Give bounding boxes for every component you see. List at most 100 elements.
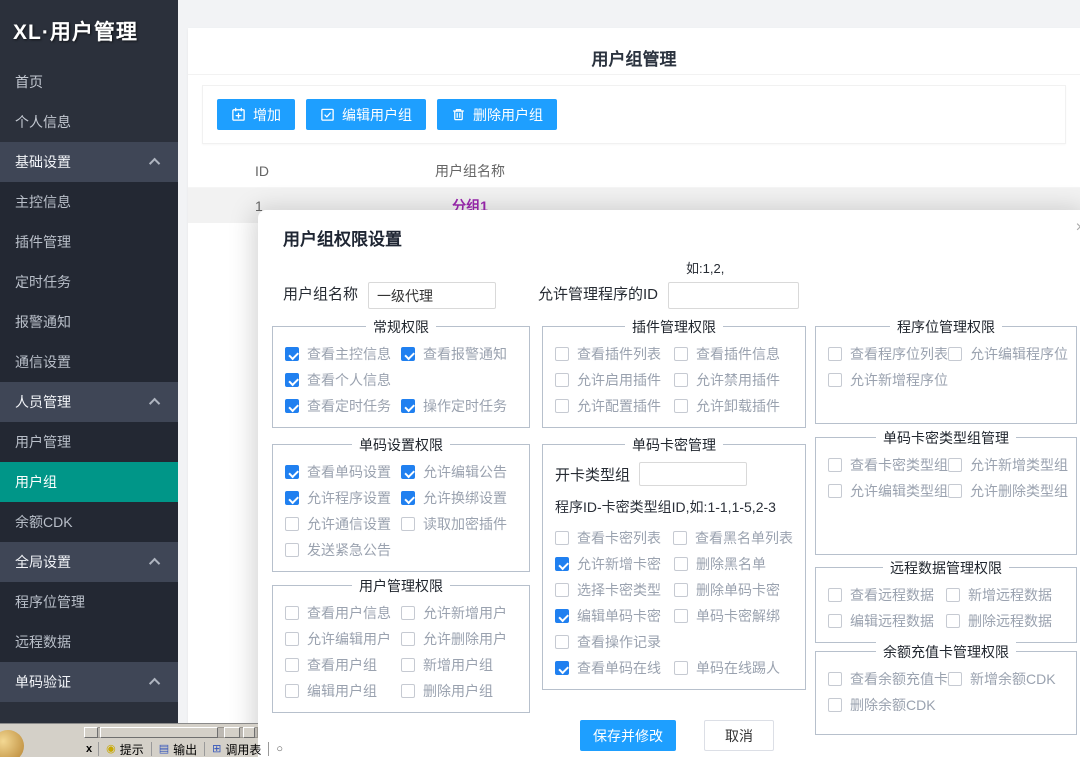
permission-item: 查看报警通知 [401, 344, 517, 364]
scrollbar-extra-button[interactable] [224, 727, 240, 738]
add-button[interactable]: 增加 [217, 99, 295, 130]
checkbox-checked[interactable] [555, 609, 569, 623]
checkbox-unchecked[interactable] [828, 458, 842, 472]
edit-button[interactable]: 编辑用户组 [306, 99, 426, 130]
checkbox-unchecked[interactable] [555, 583, 569, 597]
checkbox-unchecked[interactable] [674, 347, 688, 361]
ide-close-button[interactable]: x [80, 743, 98, 755]
checkbox-checked[interactable] [555, 661, 569, 675]
checkbox-unchecked[interactable] [401, 517, 415, 531]
ide-tab-more[interactable]: ○ [268, 742, 290, 756]
checkbox-unchecked[interactable] [555, 373, 569, 387]
sidebar-item-plugin-manage[interactable]: 插件管理 [0, 222, 178, 262]
permission-group-card-manage: 单码卡密管理开卡类型组程序ID-卡密类型组ID,如:1-1,1-5,2-3查看卡… [542, 444, 806, 690]
checkbox-checked[interactable] [285, 465, 299, 479]
checkbox-unchecked[interactable] [285, 606, 299, 620]
sidebar-item-program-slot[interactable]: 程序位管理 [0, 582, 178, 622]
ide-horizontal-scrollbar[interactable] [84, 726, 258, 739]
checkbox-checked[interactable] [401, 399, 415, 413]
checkbox-unchecked[interactable] [828, 698, 842, 712]
checkbox-unchecked[interactable] [285, 517, 299, 531]
permission-item: 选择卡密类型 [555, 580, 674, 600]
sidebar-item-basic-settings[interactable]: 基础设置 [0, 142, 178, 182]
checkbox-checked[interactable] [285, 399, 299, 413]
chevron-up-icon [149, 158, 160, 169]
checkbox-unchecked[interactable] [674, 583, 688, 597]
ide-tab-输出[interactable]: ▤输出 [151, 742, 204, 756]
chevron-up-icon [149, 678, 160, 689]
ide-tab-调用表[interactable]: ⊞调用表 [204, 742, 268, 756]
sidebar-item-comm-settings[interactable]: 通信设置 [0, 342, 178, 382]
sidebar-item-staff-manage[interactable]: 人员管理 [0, 382, 178, 422]
scrollbar-extra-button-2[interactable] [243, 727, 255, 738]
sidebar-item-alarm-notify[interactable]: 报警通知 [0, 302, 178, 342]
checkbox-checked[interactable] [285, 373, 299, 387]
sidebar-item-timed-task[interactable]: 定时任务 [0, 262, 178, 302]
checkbox-unchecked[interactable] [828, 484, 842, 498]
checkbox-unchecked[interactable] [674, 373, 688, 387]
checkbox-unchecked[interactable] [673, 531, 687, 545]
delete-button[interactable]: 删除用户组 [437, 99, 557, 130]
card-type-group-input[interactable] [639, 462, 747, 486]
checkbox-unchecked[interactable] [285, 543, 299, 557]
checkbox-unchecked[interactable] [828, 588, 842, 602]
checkbox-unchecked[interactable] [555, 635, 569, 649]
group-name-label: 用户组名称 [283, 283, 358, 309]
checkbox-unchecked[interactable] [401, 606, 415, 620]
sidebar-item-master-info[interactable]: 主控信息 [0, 182, 178, 222]
checkbox-checked[interactable] [555, 557, 569, 571]
checkbox-unchecked[interactable] [555, 399, 569, 413]
sidebar-item-balance-cdk[interactable]: 余额CDK [0, 502, 178, 542]
modal-title: 用户组权限设置 [258, 210, 1080, 250]
checkbox-unchecked[interactable] [285, 684, 299, 698]
checkbox-unchecked[interactable] [401, 658, 415, 672]
checkbox-label: 操作定时任务 [423, 396, 507, 416]
checkbox-checked[interactable] [285, 347, 299, 361]
checkbox-unchecked[interactable] [946, 588, 960, 602]
sidebar-item-single-code[interactable]: 单码验证 [0, 662, 178, 702]
checkbox-unchecked[interactable] [674, 399, 688, 413]
checkbox-unchecked[interactable] [285, 658, 299, 672]
sidebar-item-profile[interactable]: 个人信息 [0, 102, 178, 142]
background-image-fragment [0, 730, 24, 757]
checkbox-unchecked[interactable] [948, 484, 962, 498]
allow-ids-input[interactable] [668, 282, 799, 309]
checkbox-unchecked[interactable] [285, 632, 299, 646]
checkbox-unchecked[interactable] [828, 373, 842, 387]
checkbox-unchecked[interactable] [828, 614, 842, 628]
checkbox-checked[interactable] [401, 347, 415, 361]
checkbox-unchecked[interactable] [948, 347, 962, 361]
sidebar-item-user-group[interactable]: 用户组 [0, 462, 178, 502]
checkbox-unchecked[interactable] [555, 531, 569, 545]
checkbox-checked[interactable] [285, 491, 299, 505]
cancel-button[interactable]: 取消 [704, 720, 774, 751]
checkbox-unchecked[interactable] [555, 347, 569, 361]
sidebar-item-home[interactable]: 首页 [0, 62, 178, 102]
checkbox-unchecked[interactable] [948, 672, 962, 686]
checkbox-unchecked[interactable] [401, 632, 415, 646]
checkbox-label: 编辑远程数据 [850, 611, 934, 631]
save-button[interactable]: 保存并修改 [580, 720, 676, 751]
checkbox-label: 编辑单码卡密 [577, 606, 661, 626]
sidebar-item-global-settings[interactable]: 全局设置 [0, 542, 178, 582]
checkbox-checked[interactable] [401, 491, 415, 505]
edit-icon [320, 107, 335, 122]
checkbox-unchecked[interactable] [401, 684, 415, 698]
checkbox-unchecked[interactable] [828, 672, 842, 686]
close-icon[interactable]: × [1076, 220, 1080, 236]
scrollbar-thumb[interactable] [100, 727, 218, 738]
checkbox-unchecked[interactable] [674, 609, 688, 623]
scrollbar-left-arrow[interactable] [84, 727, 98, 738]
checkbox-unchecked[interactable] [948, 458, 962, 472]
checkbox-checked[interactable] [401, 465, 415, 479]
sidebar-item-remote-data[interactable]: 远程数据 [0, 622, 178, 662]
ide-tab-label: 调用表 [225, 741, 261, 757]
sidebar-item-user-manage[interactable]: 用户管理 [0, 422, 178, 462]
checkbox-unchecked[interactable] [674, 557, 688, 571]
permission-item: 允许删除类型组 [948, 481, 1068, 501]
ide-tab-提示[interactable]: ◉提示 [98, 742, 151, 756]
group-name-input[interactable] [368, 282, 496, 309]
checkbox-unchecked[interactable] [946, 614, 960, 628]
checkbox-unchecked[interactable] [828, 347, 842, 361]
checkbox-unchecked[interactable] [674, 661, 688, 675]
